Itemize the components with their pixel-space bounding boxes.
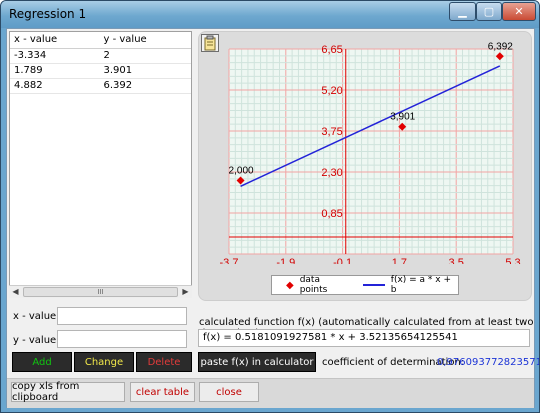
- y-tick-label: 5,20: [321, 85, 342, 97]
- cell-x[interactable]: 1.789: [10, 64, 100, 78]
- table-row[interactable]: -3.334 2: [10, 49, 191, 64]
- close-button[interactable]: close: [199, 382, 259, 402]
- copy-xls-button[interactable]: copy xls from clipboard: [11, 381, 125, 403]
- change-button[interactable]: Change: [74, 352, 134, 372]
- title-bar[interactable]: Regression 1 ▁ ▢ ✕: [1, 1, 539, 28]
- coefficient-value: 0,976093772823571: [437, 357, 540, 368]
- table-header: x - value y - value: [10, 32, 191, 49]
- table-row[interactable]: 1.789 3.901: [10, 64, 191, 79]
- scroll-left-icon[interactable]: ◀: [9, 286, 22, 298]
- x-tick-label: -3,7: [220, 257, 239, 264]
- scroll-right-icon[interactable]: ▶: [179, 286, 192, 298]
- regression-chart: -3,7 -1,9 -0,1 1,7 3,5 5,3 6,65 5,20 3,75 2,30 0,8…: [220, 41, 521, 264]
- table-row[interactable]: 4.882 6.392: [10, 79, 191, 94]
- data-table[interactable]: x - value y - value -3.334 2 1.789 3.901…: [9, 31, 192, 298]
- clear-table-label: clear table: [135, 386, 190, 398]
- minimize-button[interactable]: ▁: [449, 2, 476, 21]
- delete-button-label: Delete: [147, 356, 181, 368]
- cell-x[interactable]: -3.334: [10, 49, 100, 63]
- legend-line-icon: [363, 284, 385, 286]
- paste-calculator-label: paste f(x) in calculator: [200, 356, 314, 368]
- regression-window: Regression 1 ▁ ▢ ✕ x - value y - value -…: [0, 0, 540, 413]
- legend-data-points: data points: [299, 275, 328, 295]
- data-point-label: 6,392: [488, 41, 513, 52]
- y-tick-label: 3,75: [321, 126, 342, 138]
- add-button-label: Add: [32, 356, 52, 368]
- close-window-button[interactable]: ✕: [502, 2, 536, 21]
- delete-button[interactable]: Delete: [136, 352, 192, 372]
- x-tick-label: 1,7: [392, 257, 407, 264]
- y-tick-label: 0,85: [321, 208, 342, 220]
- x-tick-label: -1,9: [276, 257, 295, 264]
- horizontal-scrollbar[interactable]: ◀ III ▶: [9, 285, 192, 298]
- column-header-y[interactable]: y - value: [100, 32, 192, 48]
- y-value-input[interactable]: [57, 330, 187, 348]
- client-area: x - value y - value -3.334 2 1.789 3.901…: [6, 28, 539, 408]
- data-point-label: 2,000: [229, 165, 254, 176]
- chart-legend: ◆ data points f(x) = a * x + b: [271, 275, 459, 295]
- legend-regression-line: f(x) = a * x + b: [390, 275, 452, 295]
- data-point-label: 3,901: [390, 112, 415, 123]
- add-button[interactable]: Add: [12, 352, 72, 372]
- y-tick-label: 2,30: [321, 167, 342, 179]
- cell-y[interactable]: 3.901: [100, 64, 192, 78]
- x-tick-label: 5,3: [505, 257, 520, 264]
- scroll-thumb[interactable]: III: [23, 287, 178, 297]
- x-value-label: x - value: [13, 311, 57, 322]
- close-button-label: close: [216, 386, 242, 398]
- cell-x[interactable]: 4.882: [10, 79, 100, 93]
- column-header-x[interactable]: x - value: [10, 32, 100, 48]
- cell-y[interactable]: 6.392: [100, 79, 192, 93]
- clear-table-button[interactable]: clear table: [130, 382, 195, 402]
- maximize-button[interactable]: ▢: [476, 2, 502, 21]
- paste-calculator-button[interactable]: paste f(x) in calculator: [198, 352, 316, 372]
- function-output[interactable]: f(x) = 0.5181091927581 * x + 3.521356541…: [198, 329, 530, 347]
- x-value-input[interactable]: [57, 307, 187, 325]
- window-title: Regression 1: [9, 7, 87, 21]
- copy-xls-label: copy xls from clipboard: [12, 381, 80, 403]
- y-value-label: y - value: [13, 335, 57, 346]
- cell-y[interactable]: 2: [100, 49, 192, 63]
- y-tick-label: 6,65: [321, 44, 342, 56]
- change-button-label: Change: [84, 356, 124, 368]
- x-tick-label: -0,1: [333, 257, 352, 264]
- x-tick-label: 3,5: [449, 257, 464, 264]
- legend-point-icon: ◆: [286, 279, 294, 291]
